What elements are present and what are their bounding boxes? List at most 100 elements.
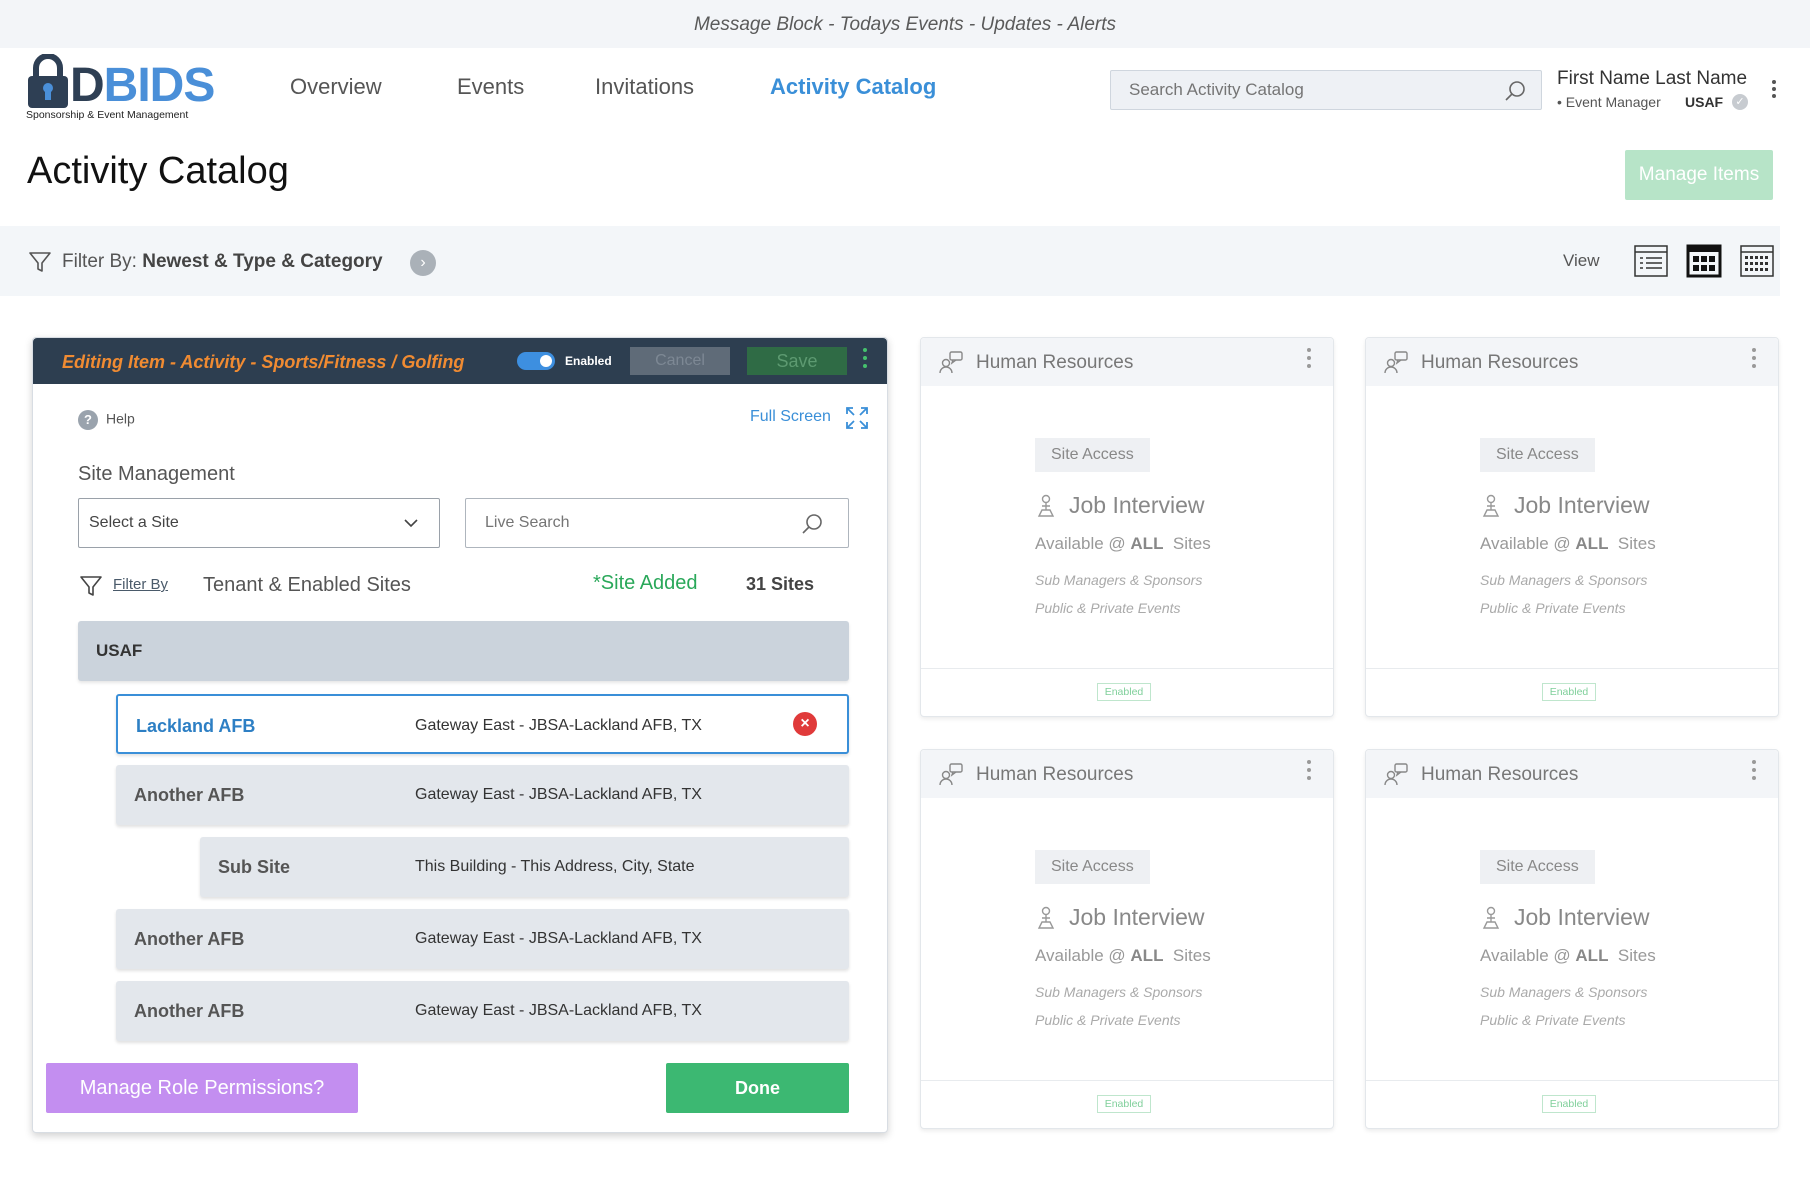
card-audience: Sub Managers & Sponsors: [1480, 984, 1648, 1000]
user-org: USAF: [1685, 94, 1724, 110]
kebab-icon[interactable]: [1770, 80, 1778, 102]
status-badge: Enabled: [1542, 1095, 1596, 1113]
card-audience: Sub Managers & Sponsors: [1035, 572, 1203, 588]
select-site-dropdown[interactable]: Select a Site: [78, 498, 440, 548]
page-title: Activity Catalog: [27, 150, 289, 192]
filter-icon[interactable]: [79, 574, 103, 598]
card-badge: Site Access: [1480, 438, 1595, 472]
chat-user-icon: [1384, 351, 1408, 374]
live-search[interactable]: [465, 498, 849, 548]
nav-events[interactable]: Events: [457, 74, 524, 100]
site-count: 31 Sites: [746, 574, 815, 594]
card-title: Human Resources: [976, 352, 1134, 373]
logo-tagline: Sponsorship & Event Management: [26, 109, 189, 121]
site-management-heading: Site Management: [78, 463, 235, 485]
manage-role-permissions-button[interactable]: Manage Role Permissions?: [46, 1063, 358, 1113]
save-button[interactable]: Save: [747, 347, 847, 375]
help-icon: ?: [78, 410, 98, 430]
filter-bar: Filter By: Newest & Type & Category › Vi…: [0, 226, 1780, 296]
edit-item-panel: Editing Item - Activity - Sports/Fitness…: [32, 337, 888, 1133]
person-icon: [1482, 494, 1500, 517]
calendar-view-icon[interactable]: [1739, 243, 1775, 279]
filter-by-link[interactable]: Filter By: [113, 576, 168, 593]
site-row[interactable]: Another AFB Gateway East - JBSA-Lackland…: [116, 765, 849, 825]
card-event-type: Public & Private Events: [1035, 600, 1181, 616]
card-header: Human Resources: [1366, 338, 1778, 386]
chevron-right-icon[interactable]: ›: [410, 250, 436, 276]
status-badge: Enabled: [1097, 683, 1151, 701]
nav-overview[interactable]: Overview: [290, 74, 382, 100]
site-group-usaf[interactable]: USAF: [78, 621, 849, 681]
person-icon: [1037, 494, 1055, 517]
enabled-toggle[interactable]: [517, 352, 555, 370]
kebab-icon[interactable]: [1305, 348, 1313, 376]
card-header: Human Resources: [1366, 750, 1778, 798]
fullscreen-link[interactable]: Full Screen: [750, 408, 831, 426]
card-title: Human Resources: [1421, 764, 1579, 785]
activity-card[interactable]: Human Resources Site Access Job Intervie…: [920, 337, 1334, 717]
kebab-icon[interactable]: [1750, 760, 1758, 788]
fullscreen-icon[interactable]: [845, 406, 869, 430]
site-row[interactable]: Another AFB Gateway East - JBSA-Lackland…: [116, 909, 849, 969]
activity-card[interactable]: Human Resources Site Access Job Intervie…: [920, 749, 1334, 1129]
card-job-title: Job Interview: [1069, 492, 1205, 518]
card-title: Human Resources: [1421, 352, 1579, 373]
edit-panel-header: Editing Item - Activity - Sports/Fitness…: [33, 338, 887, 384]
card-badge: Site Access: [1480, 850, 1595, 884]
person-icon: [1482, 906, 1500, 929]
enabled-toggle-label: Enabled: [565, 354, 612, 368]
search-icon[interactable]: [1503, 79, 1527, 103]
chat-user-icon: [939, 351, 963, 374]
card-header: Human Resources: [921, 338, 1333, 386]
kebab-icon[interactable]: [861, 348, 869, 376]
kebab-icon[interactable]: [1305, 760, 1313, 788]
filter-icon[interactable]: [28, 250, 52, 274]
card-header: Human Resources: [921, 750, 1333, 798]
site-row[interactable]: Lackland AFB Gateway East - JBSA-Lacklan…: [116, 694, 849, 754]
card-job-title: Job Interview: [1514, 492, 1650, 518]
user-role: • Event Manager: [1557, 94, 1661, 110]
help-link[interactable]: ? Help: [78, 410, 135, 430]
cancel-button[interactable]: Cancel: [630, 347, 730, 375]
check-icon: ✓: [1732, 94, 1748, 110]
card-badge: Site Access: [1035, 438, 1150, 472]
person-icon: [1037, 906, 1055, 929]
view-label: View: [1563, 251, 1600, 270]
status-badge: Enabled: [1097, 1095, 1151, 1113]
chat-user-icon: [939, 763, 963, 786]
card-availability: Available @ ALL Sites: [1035, 534, 1211, 553]
nav-invitations[interactable]: Invitations: [595, 74, 694, 100]
live-search-input[interactable]: [466, 499, 786, 547]
filter-by-value: Tenant & Enabled Sites: [203, 574, 411, 596]
card-job-title: Job Interview: [1069, 904, 1205, 930]
list-view-icon[interactable]: [1633, 243, 1669, 279]
card-availability: Available @ ALL Sites: [1480, 946, 1656, 965]
remove-icon[interactable]: ×: [793, 712, 817, 736]
search-icon[interactable]: [800, 512, 824, 536]
card-audience: Sub Managers & Sponsors: [1480, 572, 1648, 588]
activity-card[interactable]: Human Resources Site Access Job Intervie…: [1365, 337, 1779, 717]
manage-items-button[interactable]: Manage Items: [1625, 150, 1773, 200]
card-availability: Available @ ALL Sites: [1035, 946, 1211, 965]
catalog-search-input[interactable]: [1111, 71, 1481, 109]
card-job-title: Job Interview: [1514, 904, 1650, 930]
lock-icon: [28, 54, 68, 108]
logo[interactable]: DBIDS Sponsorship & Event Management: [26, 52, 226, 124]
activity-card[interactable]: Human Resources Site Access Job Intervie…: [1365, 749, 1779, 1129]
nav-activity-catalog[interactable]: Activity Catalog: [770, 74, 936, 100]
grid-view-icon[interactable]: [1686, 243, 1722, 279]
card-audience: Sub Managers & Sponsors: [1035, 984, 1203, 1000]
edit-panel-title: Editing Item - Activity - Sports/Fitness…: [62, 352, 465, 372]
site-row[interactable]: Another AFB Gateway East - JBSA-Lackland…: [116, 981, 849, 1041]
done-button[interactable]: Done: [666, 1063, 849, 1113]
chat-user-icon: [1384, 763, 1408, 786]
catalog-search[interactable]: [1110, 70, 1542, 110]
site-row[interactable]: Sub Site This Building - This Address, C…: [200, 837, 849, 897]
card-title: Human Resources: [976, 764, 1134, 785]
card-event-type: Public & Private Events: [1480, 1012, 1626, 1028]
card-event-type: Public & Private Events: [1480, 600, 1626, 616]
filter-label[interactable]: Filter By: Newest & Type & Category: [62, 251, 383, 273]
card-badge: Site Access: [1035, 850, 1150, 884]
kebab-icon[interactable]: [1750, 348, 1758, 376]
user-name[interactable]: First Name Last Name: [1557, 68, 1747, 90]
